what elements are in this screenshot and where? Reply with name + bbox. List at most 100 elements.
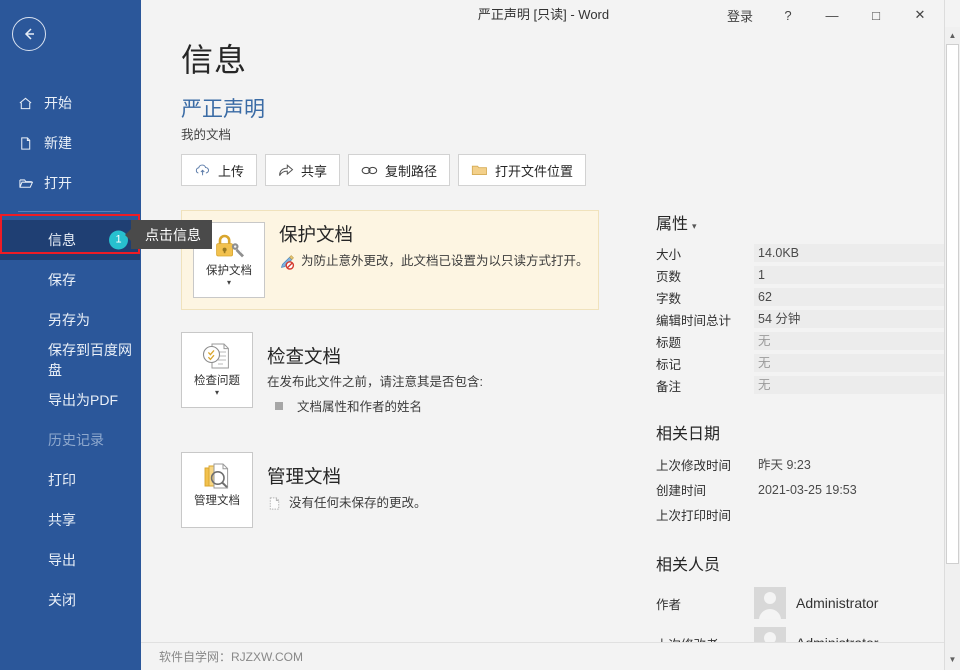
back-arrow-icon[interactable] (12, 17, 46, 51)
sidebar-item-open[interactable]: 打开 (0, 163, 140, 203)
scroll-up-button[interactable]: ▲ (945, 27, 960, 44)
property-row: 编辑时间总计 54 分钟 (656, 308, 946, 330)
related-date-key: 上次修改时间 (656, 455, 754, 474)
minimize-button[interactable]: — (810, 0, 854, 30)
property-key: 编辑时间总计 (656, 310, 754, 329)
property-row: 大小 14.0KB (656, 242, 946, 264)
manage-document-icon (200, 459, 234, 493)
toolbar-button-label: 打开文件位置 (495, 161, 573, 180)
property-key: 大小 (656, 244, 754, 263)
footer-watermark: 软件自学网：RJZXW.COM (141, 642, 946, 670)
sidebar-item-label: 另存为 (44, 310, 90, 330)
help-button[interactable]: ? (766, 0, 810, 30)
sidebar-divider (18, 211, 120, 212)
property-value[interactable]: 无 (754, 354, 946, 372)
toolbar-button-label: 复制路径 (385, 161, 437, 180)
related-date-row: 创建时间 2021-03-25 19:53 (656, 477, 946, 502)
section-line-text: 没有任何未保存的更改。 (289, 495, 427, 512)
inspect-document-section: 检查问题 ▾ 检查文档 在发布此文件之前，请注意其是否包含: 文档属性和作者的姓… (181, 332, 599, 415)
sidebar-item-label: 导出 (44, 550, 76, 570)
vertical-scrollbar[interactable]: ▲ ▼ (944, 0, 960, 670)
properties-heading[interactable]: 属性 ▾ (656, 210, 946, 234)
open-folder-icon (18, 176, 40, 191)
property-value[interactable]: 14.0KB (754, 244, 946, 262)
property-key: 字数 (656, 288, 754, 307)
section-heading: 保护文档 (279, 224, 598, 246)
inspect-document-tile[interactable]: 检查问题 ▾ (181, 332, 253, 408)
sidebar-item-close[interactable]: 关闭 (0, 580, 140, 620)
copy-path-button[interactable]: 复制路径 (348, 154, 450, 186)
maximize-button[interactable]: □ (854, 0, 898, 30)
related-people-heading: 相关人员 (656, 551, 946, 575)
property-row: 字数 62 (656, 286, 946, 308)
sidebar-item-save[interactable]: 保存 (0, 260, 140, 300)
sidebar-item-history: 历史记录 (0, 420, 140, 460)
share-icon (278, 163, 294, 178)
pen-restricted-icon (279, 253, 301, 270)
sidebar-item-save-to-baidu[interactable]: 保存到百度网盘 (0, 340, 140, 380)
related-person-key: 作者 (656, 594, 754, 613)
sidebar-item-label: 导出为PDF (44, 390, 118, 410)
sidebar-item-export[interactable]: 导出 (0, 540, 140, 580)
chevron-down-icon[interactable]: ▾ (215, 389, 219, 397)
sign-in-button[interactable]: 登录 (714, 0, 766, 30)
property-key: 备注 (656, 376, 754, 395)
sidebar-item-label: 共享 (44, 510, 76, 530)
close-button[interactable]: ✕ (898, 0, 942, 30)
sidebar-item-home[interactable]: 开始 (0, 83, 140, 123)
bullet-text: 文档属性和作者的姓名 (297, 396, 422, 415)
protect-document-body: 保护文档 为防止意外更改，此文档已设置为以只读方式打开。 (265, 211, 598, 309)
document-icon (267, 495, 289, 511)
related-person-name[interactable]: Administrator (796, 595, 878, 611)
link-icon (361, 165, 378, 176)
sidebar-item-info[interactable]: 信息 1 (0, 220, 140, 260)
property-row: 页数 1 (656, 264, 946, 286)
section-line-text: 为防止意外更改，此文档已设置为以只读方式打开。 (301, 253, 589, 270)
sidebar-item-label: 打印 (44, 470, 76, 490)
open-file-location-button[interactable]: 打开文件位置 (458, 154, 586, 186)
upload-button[interactable]: 上传 (181, 154, 257, 186)
property-value[interactable]: 无 (754, 332, 946, 350)
tile-label: 检查问题 (184, 375, 250, 388)
related-date-value: 2021-03-25 19:53 (754, 481, 946, 499)
sidebar-item-save-as[interactable]: 另存为 (0, 300, 140, 340)
scrollbar-track-top (945, 0, 960, 27)
sidebar-item-label: 新建 (40, 133, 72, 153)
sidebar-item-label: 历史记录 (44, 430, 104, 450)
manage-document-status: 没有任何未保存的更改。 (267, 495, 599, 512)
manage-document-tile[interactable]: 管理文档 ▾ (181, 452, 253, 528)
lock-key-icon (211, 229, 247, 263)
sidebar-item-label: 保存到百度网盘 (44, 340, 140, 380)
word-backstage-window: 开始 新建 打开 信息 1 保存 (0, 0, 960, 670)
title-bar: 严正声明 [只读] - Word 登录 ? — □ ✕ (141, 0, 946, 30)
property-value[interactable]: 62 (754, 288, 946, 306)
scroll-down-button[interactable]: ▼ (945, 651, 960, 668)
properties-panel: 属性 ▾ 大小 14.0KB 页数 1 字数 62 编辑时间总计 54 分钟 标… (656, 210, 946, 663)
inspect-document-body: 检查文档 在发布此文件之前，请注意其是否包含: 文档属性和作者的姓名 (253, 332, 599, 415)
scrollbar-thumb[interactable] (946, 44, 959, 564)
related-date-row: 上次修改时间 昨天 9:23 (656, 452, 946, 477)
share-button[interactable]: 共享 (265, 154, 340, 186)
related-date-key: 上次打印时间 (656, 505, 754, 524)
sidebar-item-label: 关闭 (44, 590, 76, 610)
home-icon (18, 96, 40, 111)
window-controls: 登录 ? — □ ✕ (714, 0, 942, 30)
sidebar-item-label: 信息 (44, 230, 76, 250)
backstage-sidebar: 开始 新建 打开 信息 1 保存 (0, 0, 140, 670)
property-key: 标题 (656, 332, 754, 351)
sidebar-item-export-pdf[interactable]: 导出为PDF (0, 380, 140, 420)
property-value[interactable]: 1 (754, 266, 946, 284)
section-heading: 管理文档 (267, 466, 599, 488)
sidebar-item-new[interactable]: 新建 (0, 123, 140, 163)
sidebar-item-label: 开始 (40, 93, 72, 113)
property-value[interactable]: 54 分钟 (754, 310, 946, 328)
sidebar-item-print[interactable]: 打印 (0, 460, 140, 500)
annotation-callout-text: 点击信息 (145, 225, 201, 245)
related-date-key: 创建时间 (656, 480, 754, 499)
chevron-down-icon[interactable]: ▾ (227, 279, 231, 287)
protect-document-section: 保护文档 ▾ 保护文档 为防止意外更改，此文档已设置为以只读方式打开。 (181, 210, 599, 310)
manage-document-section: 管理文档 ▾ 管理文档 没有任何未保存的更改。 (181, 452, 599, 528)
property-value[interactable]: 无 (754, 376, 946, 394)
avatar (754, 587, 786, 619)
sidebar-item-share[interactable]: 共享 (0, 500, 140, 540)
